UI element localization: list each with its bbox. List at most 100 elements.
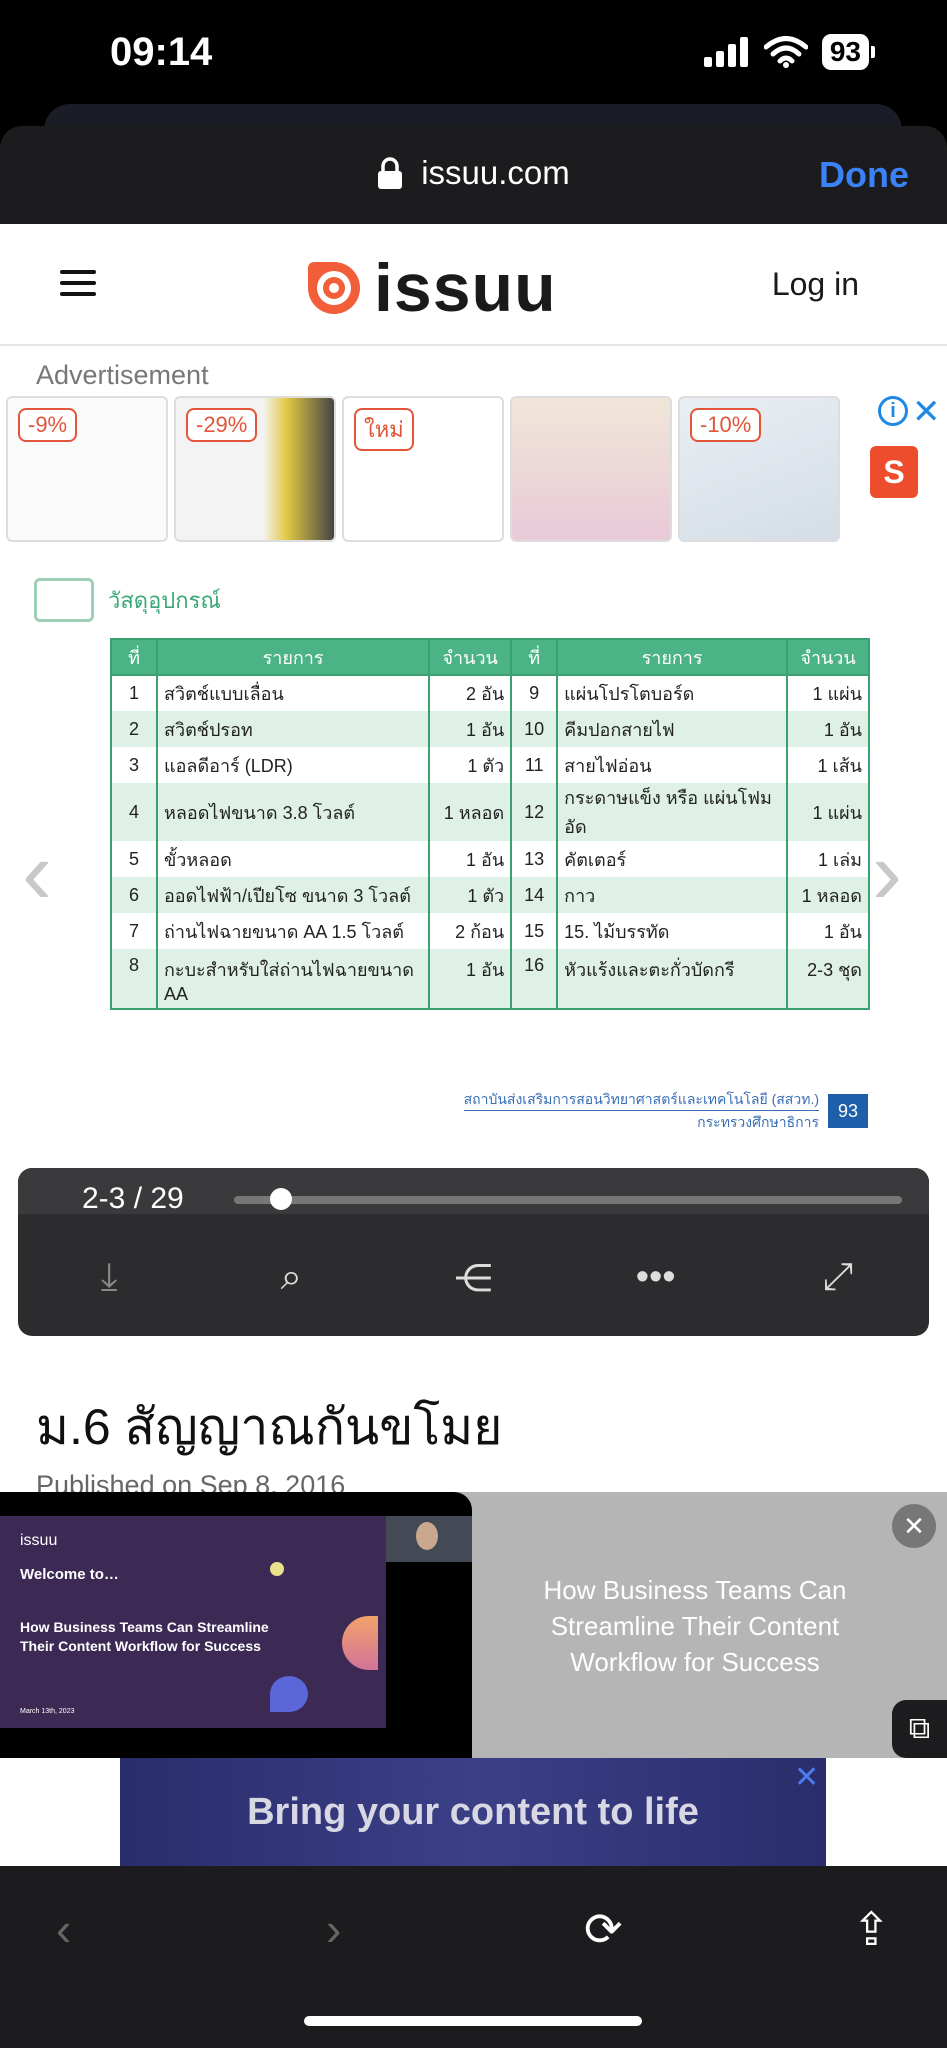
table-cell: 11 bbox=[510, 747, 559, 783]
cellular-signal-icon bbox=[703, 37, 748, 67]
next-page-icon[interactable]: › bbox=[872, 822, 902, 925]
table-cell: 1 อัน bbox=[428, 949, 513, 1010]
table-cell: 1 อัน bbox=[786, 711, 870, 747]
share-icon[interactable]: ⋲ bbox=[443, 1256, 503, 1301]
ad-close-icon[interactable]: ✕ bbox=[912, 392, 941, 432]
table-row: 7 ถ่านไฟฉายขนาด AA 1.5 โวลต์ 2 ก้อน 15 1… bbox=[110, 913, 870, 949]
browser-bottom-toolbar: ‹ › ⟳ ⇪ bbox=[0, 1866, 947, 2048]
back-icon[interactable]: ‹ bbox=[56, 1902, 71, 1956]
menu-icon[interactable] bbox=[60, 270, 96, 300]
table-cell: 1 อัน bbox=[428, 841, 513, 877]
previous-page-icon[interactable]: ‹ bbox=[22, 822, 52, 925]
decorative-shape bbox=[342, 1616, 378, 1670]
video-close-icon[interactable]: ✕ bbox=[892, 1504, 936, 1548]
shopee-bag-icon[interactable]: S bbox=[870, 446, 918, 498]
table-row: 2 สวิตช์ปรอท 1 อัน 10 คีมปอกสายไฟ 1 อัน bbox=[110, 711, 870, 747]
done-button[interactable]: Done bbox=[819, 154, 909, 196]
table-cell: 1 bbox=[110, 675, 158, 711]
table-row: 8 กะบะสำหรับใส่ถ่านไฟฉายขนาด AA 1 อัน 16… bbox=[110, 949, 870, 1010]
video-caption: How Business Teams Can Streamline Their … bbox=[543, 1575, 847, 1677]
presenter-webcam bbox=[386, 1516, 472, 1562]
advertisement-label: Advertisement bbox=[36, 360, 209, 390]
video-player[interactable]: issuu Welcome to… How Business Teams Can… bbox=[0, 1492, 472, 1758]
table-cell: กระดาษแข็ง หรือ แผ่นโฟมอัด bbox=[556, 783, 788, 841]
forward-icon[interactable]: › bbox=[326, 1902, 341, 1956]
reload-icon[interactable]: ⟳ bbox=[584, 1902, 623, 1956]
table-cell: 1 อัน bbox=[428, 711, 513, 747]
video-slide-date: March 13th, 2023 bbox=[20, 1708, 75, 1715]
table-cell: 2 อัน bbox=[428, 675, 513, 711]
table-cell: 1 อัน bbox=[786, 913, 870, 949]
table-cell: กะบะสำหรับใส่ถ่านไฟฉายขนาด AA bbox=[155, 949, 431, 1010]
table-cell: ออดไฟฟ้า/เปียโซ ขนาด 3 โวลต์ bbox=[155, 877, 431, 913]
ad-product-card[interactable]: -9% bbox=[6, 396, 168, 542]
discount-badge: -9% bbox=[18, 408, 78, 442]
wifi-icon bbox=[763, 36, 808, 68]
table-cell: 2-3 ชุด bbox=[786, 949, 870, 1010]
table-cell: คัตเตอร์ bbox=[556, 841, 788, 877]
column-header: รายการ bbox=[155, 638, 431, 676]
ad-product-card[interactable]: -29% bbox=[174, 396, 336, 542]
issuu-logo[interactable]: issuu bbox=[304, 254, 557, 322]
discount-badge: -29% bbox=[186, 408, 258, 442]
ad-info-icon[interactable]: i bbox=[878, 396, 908, 426]
table-cell: 3 bbox=[110, 747, 158, 783]
table-cell: แอลดีอาร์ (LDR) bbox=[155, 747, 431, 783]
table-cell: 13 bbox=[510, 841, 559, 877]
column-header: ที่ bbox=[110, 638, 158, 676]
table-cell: 1 ตัว bbox=[428, 747, 513, 783]
table-cell: 4 bbox=[110, 783, 158, 841]
page-slider-handle[interactable] bbox=[269, 1188, 292, 1210]
url-display[interactable]: issuu.com bbox=[0, 154, 947, 192]
article-info: ม.6 สัญญาณกันขโมย Published on Sep 8, 20… bbox=[0, 1354, 947, 1500]
more-icon[interactable]: ••• bbox=[626, 1256, 686, 1301]
video-slide: issuu Welcome to… How Business Teams Can… bbox=[0, 1516, 386, 1728]
ad-product-card[interactable]: -10% bbox=[678, 396, 840, 542]
floating-video-bar: issuu Welcome to… How Business Teams Can… bbox=[0, 1492, 947, 1758]
document-section-heading: วัสดุอุปกรณ์ bbox=[34, 578, 221, 622]
reader-actions: ⤓ ⌕ ⋲ ••• ⤢ bbox=[18, 1256, 929, 1301]
table-cell: 12 bbox=[510, 783, 559, 841]
table-row: 6 ออดไฟฟ้า/เปียโซ ขนาด 3 โวลต์ 1 ตัว 14 … bbox=[110, 877, 870, 913]
decorative-dot bbox=[270, 1562, 284, 1576]
column-header: จำนวน bbox=[428, 638, 513, 676]
table-cell: สวิตช์แบบเลื่อน bbox=[155, 675, 431, 711]
share-sheet-icon[interactable]: ⇪ bbox=[852, 1902, 891, 1956]
table-cell: 2 bbox=[110, 711, 158, 747]
table-cell: 15 bbox=[510, 913, 559, 949]
popout-icon[interactable]: ⧉ bbox=[892, 1700, 947, 1758]
equipment-icon bbox=[34, 578, 94, 622]
column-header: รายการ bbox=[556, 638, 788, 676]
banner-close-icon[interactable]: ✕ bbox=[794, 1760, 819, 1795]
ad-product-card[interactable]: ใหม่ bbox=[342, 396, 504, 542]
site-header: issuu Log in bbox=[0, 224, 947, 346]
banner-ad-row: Bring your content to life ✕ bbox=[0, 1758, 947, 1866]
ad-product-card[interactable] bbox=[510, 396, 672, 542]
login-link[interactable]: Log in bbox=[772, 266, 859, 303]
banner-ad[interactable]: Bring your content to life bbox=[120, 1758, 826, 1866]
decorative-shape bbox=[270, 1676, 308, 1712]
table-header-row: ที่ รายการ จำนวน ที่ รายการ จำนวน bbox=[110, 638, 870, 676]
table-cell: 1 เส้น bbox=[786, 747, 870, 783]
status-icons: 93 bbox=[703, 34, 875, 70]
discount-badge: -10% bbox=[690, 408, 762, 442]
home-indicator bbox=[304, 2016, 642, 2026]
column-header: จำนวน bbox=[786, 638, 870, 676]
table-cell: 1 เล่ม bbox=[786, 841, 870, 877]
download-icon[interactable]: ⤓ bbox=[79, 1256, 139, 1301]
page-slider[interactable] bbox=[234, 1188, 902, 1210]
table-cell: 5 bbox=[110, 841, 158, 877]
status-bar: 09:14 93 bbox=[0, 0, 947, 110]
table-cell: 1 แผ่น bbox=[786, 675, 870, 711]
table-cell: 1 ตัว bbox=[428, 877, 513, 913]
fullscreen-icon[interactable]: ⤢ bbox=[808, 1256, 868, 1301]
table-cell: 14 bbox=[510, 877, 559, 913]
table-cell: 10 bbox=[510, 711, 559, 747]
section-heading-text: วัสดุอุปกรณ์ bbox=[108, 587, 221, 613]
lock-icon bbox=[378, 157, 403, 189]
search-icon[interactable]: ⌕ bbox=[261, 1256, 321, 1301]
document-page-number: 93 bbox=[828, 1094, 868, 1128]
table-cell: 15. ไม้บรรทัด bbox=[556, 913, 788, 949]
table-row: 4 หลอดไฟขนาด 3.8 โวลต์ 1 หลอด 12 กระดาษแ… bbox=[110, 783, 870, 841]
table-cell: หลอดไฟขนาด 3.8 โวลต์ bbox=[155, 783, 431, 841]
